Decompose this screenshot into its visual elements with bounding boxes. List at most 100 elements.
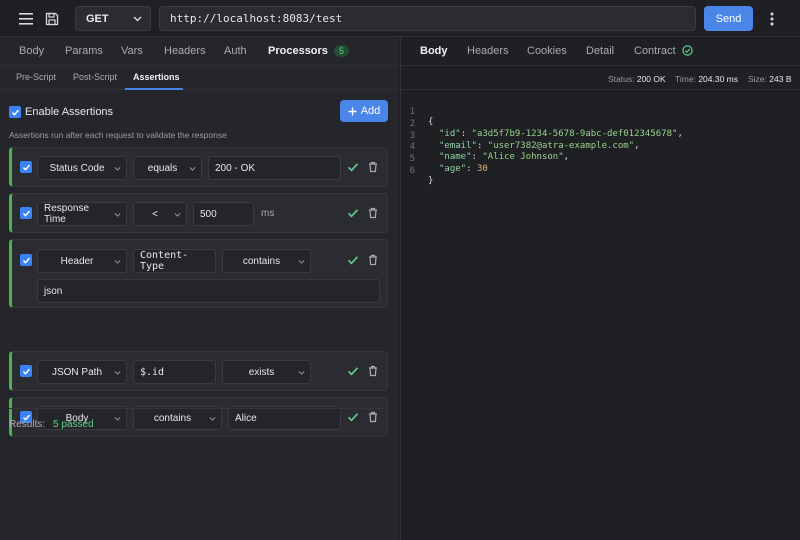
enable-assertions-checkbox[interactable]	[9, 106, 21, 118]
request-panel: Body Params Vars Headers Auth Processors…	[0, 37, 399, 540]
assertion-operator-select[interactable]: exists	[222, 360, 311, 384]
assertion-enabled-checkbox[interactable]	[20, 207, 32, 219]
save-icon[interactable]	[41, 8, 63, 30]
check-icon	[22, 257, 30, 264]
code-line: 2 "id": "a3d5f7b9-1234-5678-9abc-def0123…	[401, 109, 800, 139]
menu-icon[interactable]	[15, 8, 37, 30]
check-icon	[347, 367, 359, 376]
response-status-bar: Status: 200 OK Time: 204.30 ms Size: 243…	[401, 66, 800, 90]
time-label: Time:	[675, 74, 696, 84]
assertion-row: JSON Path $.id exists	[9, 351, 388, 391]
assertion-operator-select[interactable]: equals	[133, 156, 202, 180]
assertion-value-input[interactable]: json	[37, 279, 380, 303]
status-readout: Status: 200 OK	[608, 74, 666, 84]
tab-processors[interactable]: Processors 5	[268, 45, 349, 57]
chevron-down-icon	[114, 370, 121, 375]
assertions-help-text: Assertions run after each request to val…	[9, 130, 227, 140]
assertion-type-value: JSON Path	[51, 366, 103, 378]
code-line: 5 "age": 30	[401, 144, 800, 174]
check-icon	[347, 413, 359, 422]
response-body-viewer[interactable]: 1 { 2 "id": "a3d5f7b9-1234-5678-9abc-def…	[401, 97, 800, 186]
trash-icon[interactable]	[367, 161, 379, 173]
assertion-enabled-checkbox[interactable]	[20, 161, 32, 173]
assertion-type-select[interactable]: Header	[37, 249, 127, 273]
assertion-property-input[interactable]: Content-Type	[133, 249, 216, 273]
code-line: 4 "name": "Alice Johnson",	[401, 132, 800, 162]
assertion-operator-value: contains	[242, 255, 281, 267]
tab-vars[interactable]: Vars	[121, 45, 143, 57]
size-readout: Size: 243 B	[748, 74, 792, 84]
subtab-post-script[interactable]: Post-Script	[73, 72, 117, 82]
check-icon	[11, 109, 19, 116]
subtab-assertions[interactable]: Assertions	[133, 72, 180, 82]
code-line: 6 }	[401, 156, 800, 186]
assertion-value-input[interactable]: Alice	[228, 406, 341, 430]
tab-response-headers[interactable]: Headers	[467, 45, 509, 57]
more-vertical-icon[interactable]	[761, 8, 783, 30]
tab-params[interactable]: Params	[65, 45, 103, 57]
status-label: Status:	[608, 74, 635, 84]
assertion-enabled-checkbox[interactable]	[20, 254, 32, 266]
response-tabs: Body Headers Cookies Detail Contract	[401, 37, 800, 66]
url-input[interactable]: http://localhost:8083/test	[159, 6, 696, 31]
assertion-operator-value: exists	[248, 366, 275, 378]
assertion-row: Status Code equals 200 - OK	[9, 147, 388, 187]
check-icon	[347, 209, 359, 218]
assertion-value-input[interactable]: 500	[193, 202, 254, 226]
code-line: 1 {	[401, 97, 800, 127]
chevron-down-icon	[114, 416, 121, 421]
trash-icon[interactable]	[367, 365, 379, 377]
assertion-property-input[interactable]: $.id	[133, 360, 216, 384]
tab-response-detail[interactable]: Detail	[586, 45, 614, 57]
line-number: 6	[409, 165, 415, 176]
chevron-down-icon	[209, 416, 216, 421]
method-label: GET	[86, 12, 109, 25]
assertion-value-input[interactable]: 200 - OK	[208, 156, 341, 180]
subtab-pre-script[interactable]: Pre-Script	[16, 72, 56, 82]
add-assertion-button[interactable]: Add	[340, 100, 388, 122]
chevron-down-icon	[298, 370, 305, 375]
chevron-down-icon	[133, 16, 142, 22]
assertion-type-select[interactable]: Response Time	[37, 202, 127, 226]
size-label: Size:	[748, 74, 767, 84]
time-value: 204.30 ms	[698, 74, 739, 84]
plus-icon	[348, 107, 357, 115]
assertion-type-value: Status Code	[49, 162, 105, 174]
tab-response-cookies[interactable]: Cookies	[527, 45, 567, 57]
tab-body[interactable]: Body	[19, 45, 44, 57]
assertion-operator-value: equals	[147, 162, 178, 174]
active-subtab-indicator	[125, 88, 183, 90]
assertion-type-value: Response Time	[44, 203, 90, 225]
time-readout: Time: 204.30 ms	[675, 74, 738, 84]
chevron-down-icon	[114, 259, 121, 264]
trash-icon[interactable]	[367, 254, 379, 266]
check-icon	[347, 163, 359, 172]
status-value: 200 OK	[636, 74, 666, 84]
request-tabs: Body Params Vars Headers Auth Processors…	[0, 37, 399, 66]
tab-auth[interactable]: Auth	[224, 45, 247, 57]
assertion-enabled-checkbox[interactable]	[20, 365, 32, 377]
chevron-down-icon	[298, 259, 305, 264]
tab-headers[interactable]: Headers	[164, 45, 206, 57]
response-panel: Body Headers Cookies Detail Contract Sta…	[400, 37, 800, 540]
assertion-operator-select[interactable]: contains	[222, 249, 311, 273]
method-select[interactable]: GET	[75, 6, 151, 31]
json-close-brace: }	[428, 175, 434, 186]
assertion-type-value: Header	[60, 255, 94, 267]
check-icon	[22, 210, 30, 217]
tab-response-contract[interactable]: Contract	[634, 45, 693, 57]
assertion-type-select[interactable]: JSON Path	[37, 360, 127, 384]
check-icon	[347, 256, 359, 265]
assertion-operator-select[interactable]: contains	[133, 406, 222, 430]
assertion-row: Header Content-Type contains json	[9, 239, 388, 308]
assertion-type-select[interactable]: Status Code	[37, 156, 127, 180]
tab-response-body[interactable]: Body	[420, 45, 448, 57]
chevron-down-icon	[174, 212, 181, 217]
trash-icon[interactable]	[367, 207, 379, 219]
assertion-operator-value: contains	[153, 412, 192, 424]
assertion-operator-select[interactable]: <	[133, 202, 187, 226]
send-button[interactable]: Send	[704, 6, 753, 31]
trash-icon[interactable]	[367, 411, 379, 423]
top-bar: GET http://localhost:8083/test Send	[0, 0, 800, 37]
chevron-down-icon	[189, 166, 196, 171]
